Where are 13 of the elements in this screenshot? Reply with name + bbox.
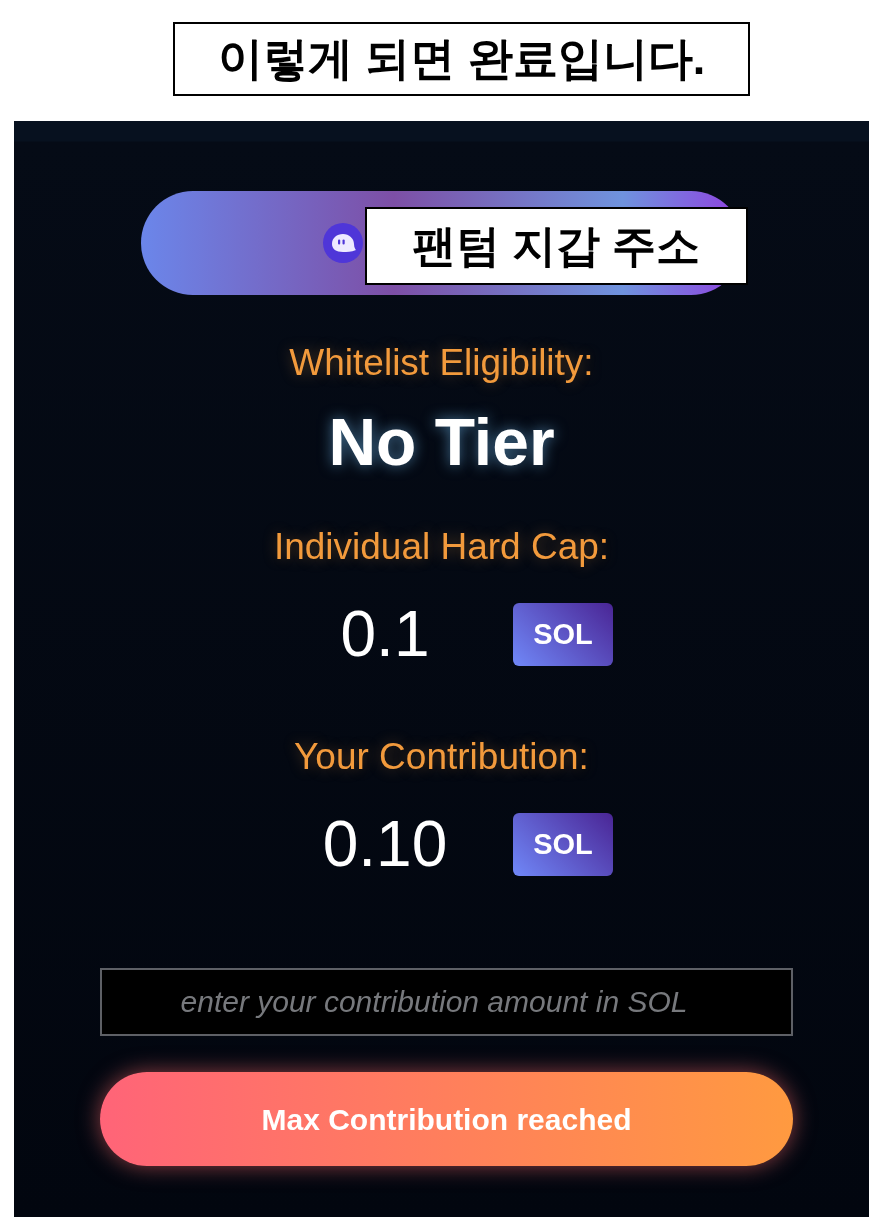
ghost-icon xyxy=(322,223,363,263)
tier-value: No Tier xyxy=(328,407,555,477)
annotation-tooltip: 팬텀 지갑 주소 xyxy=(364,207,748,285)
contribution-input[interactable]: enter your contribution amount in SOL xyxy=(100,968,793,1036)
submit-button[interactable]: Max Contribution reached xyxy=(100,1072,793,1166)
currency-badge: SOL xyxy=(513,603,613,666)
amount-value: 0.1 xyxy=(339,603,431,666)
field-label: Whitelist Eligibility: xyxy=(289,343,594,383)
currency-badge: SOL xyxy=(513,813,613,876)
field-label: Your Contribution: xyxy=(294,737,589,777)
field-label: Individual Hard Cap: xyxy=(273,527,610,567)
amount-value: 0.10 xyxy=(321,813,449,876)
annotation-label: 이렇게 되면 완료입니다. xyxy=(173,22,750,96)
